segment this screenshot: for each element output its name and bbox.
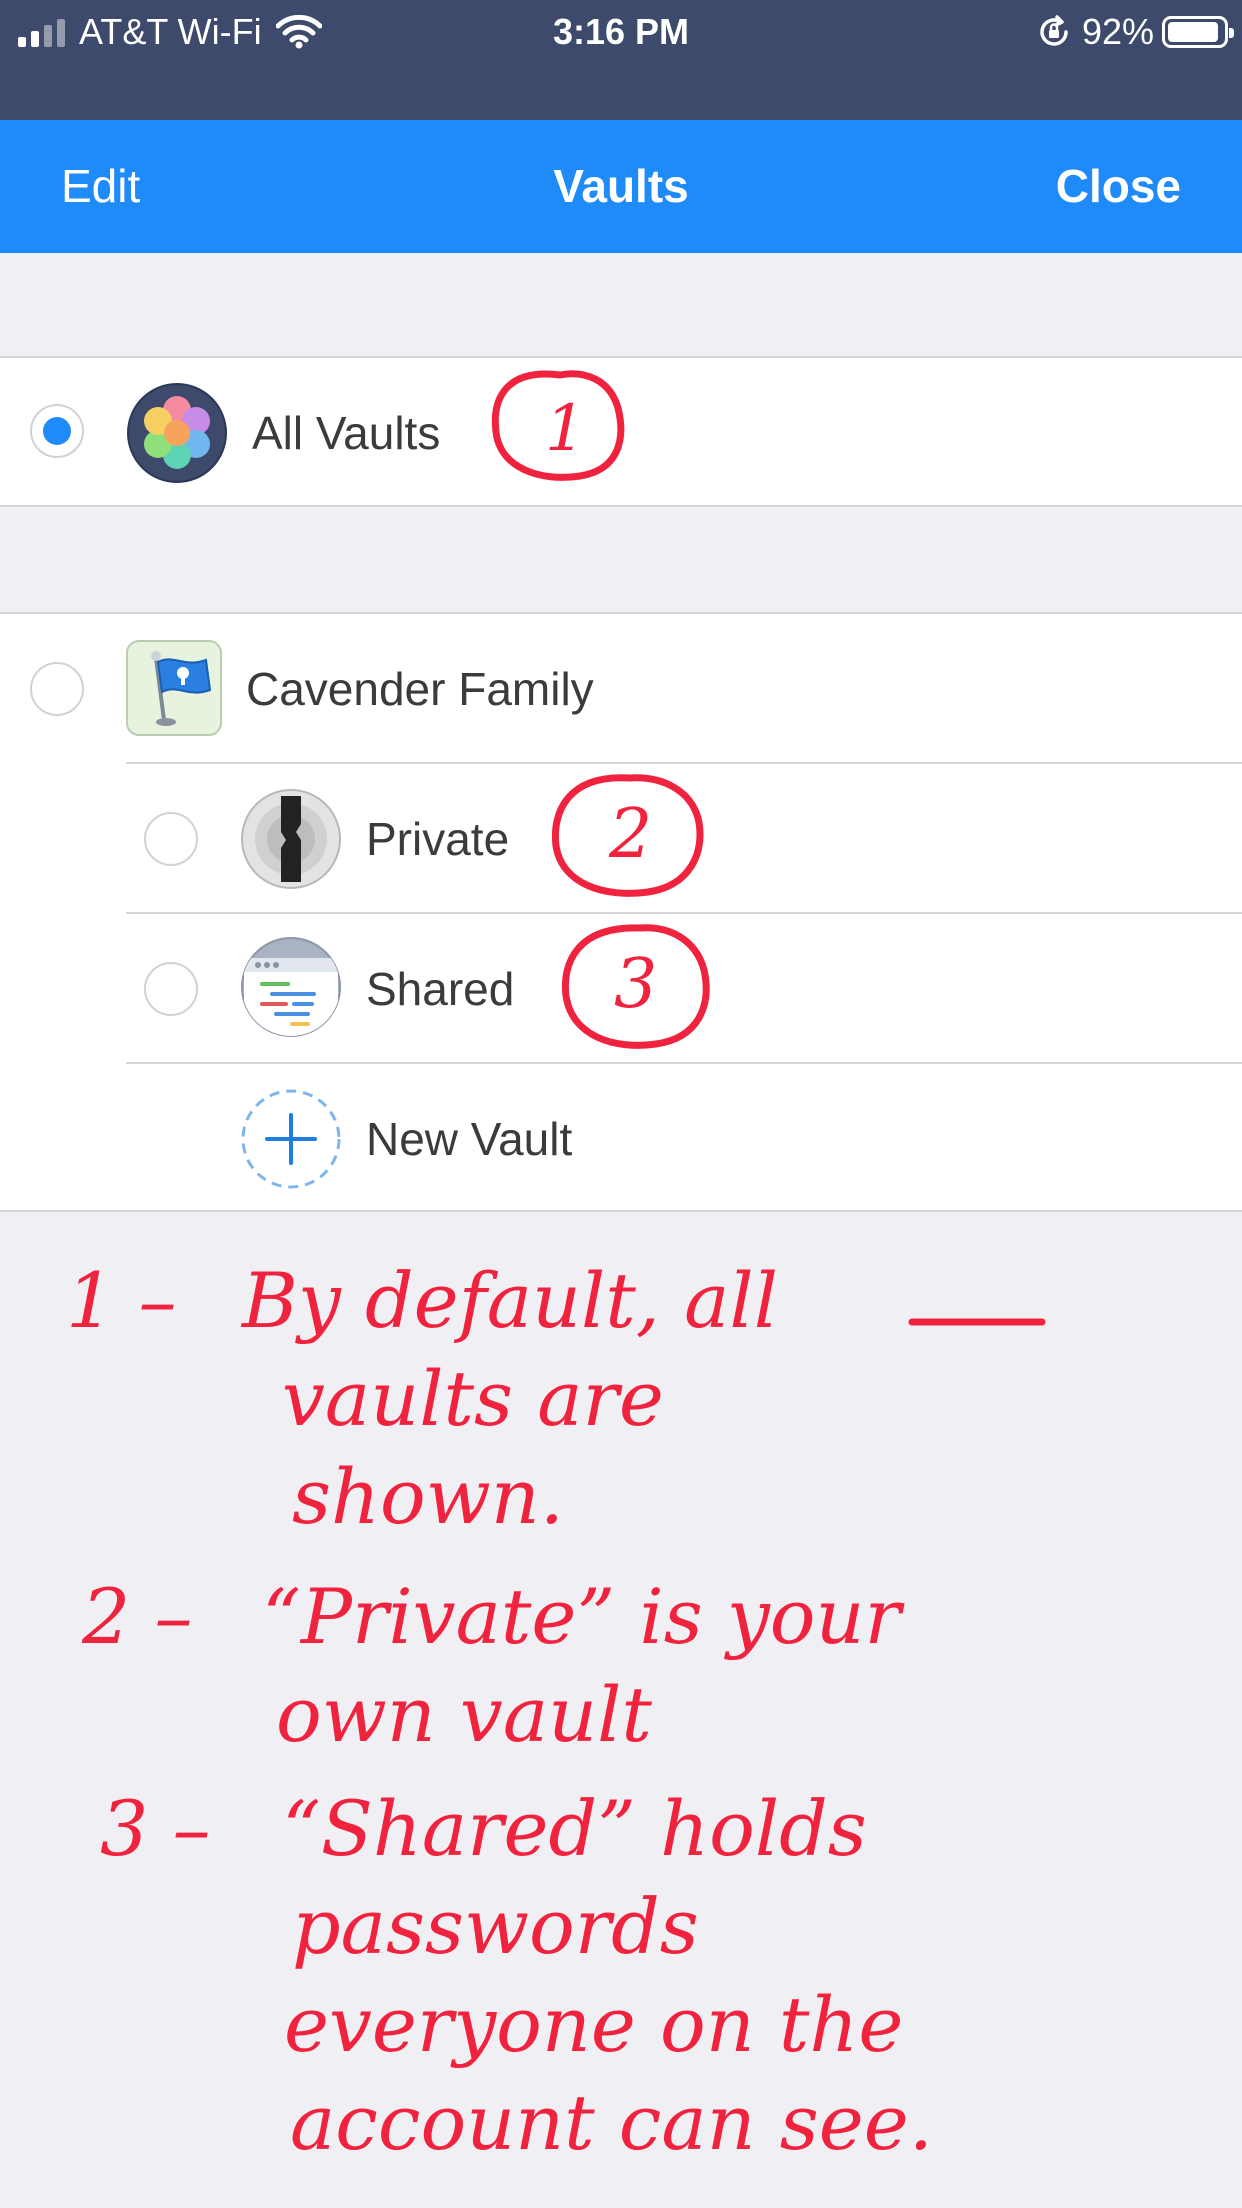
radio-account[interactable] [30,662,84,716]
vault-label-shared: Shared [366,963,515,1015]
add-vault-icon[interactable] [240,1088,342,1190]
note-3-line: account can see. [290,2078,933,2167]
note-3-line: “Shared” holds [282,1784,867,1873]
vault-label-account: Cavender Family [246,663,594,715]
radio-private[interactable] [144,812,198,866]
battery-fill [1168,22,1218,42]
all-vaults-icon [127,383,227,483]
all-vaults-group: All Vaults [0,356,1242,507]
radio-shared[interactable] [144,962,198,1016]
note-1-line: By default, all [242,1256,779,1345]
vault-row-account[interactable]: Cavender Family [0,614,1242,764]
new-vault-label[interactable]: New Vault [366,1109,572,1169]
note-2-line: “Private” is your [262,1572,901,1661]
marker-number-3: 3 [614,945,658,1024]
shared-window-icon [241,937,341,1037]
radio-all-vaults[interactable] [30,404,84,458]
note-3-line: passwords [292,1882,699,1971]
note-3-line: everyone on the [284,1980,904,2069]
marker-number-1: 1 [545,392,586,466]
rotation-lock-icon [1040,15,1068,46]
keyhole-icon [241,789,341,889]
note-2-line: own vault [276,1670,652,1759]
nav-bar: Edit Vaults Close [0,120,1242,253]
battery-icon [1162,16,1234,48]
note-1-line: shown. [292,1452,564,1541]
marker-number-2: 2 [609,795,653,874]
note-2-number: 2 – [82,1572,193,1661]
status-bar: AT&T Wi-Fi 3:16 PM 92% [0,0,1242,120]
new-vault-row[interactable]: New Vault [0,1064,1242,1214]
note-1-number: 1 – [66,1256,177,1345]
battery-percent: 92% [1081,11,1154,52]
vault-label-all: All Vaults [252,407,441,459]
battery-cap [1229,28,1234,38]
account-vaults-group: Cavender Family Private Shared New Vault [0,612,1242,1212]
vault-label-private: Private [366,813,510,865]
note-1-line: vaults are [282,1354,664,1443]
close-button[interactable]: Close [1056,120,1181,253]
status-right: 92% [1036,10,1234,54]
vault-row-all[interactable]: All Vaults [0,358,1242,508]
family-flag-icon [126,640,222,736]
note-3-number: 3 – [100,1784,211,1873]
